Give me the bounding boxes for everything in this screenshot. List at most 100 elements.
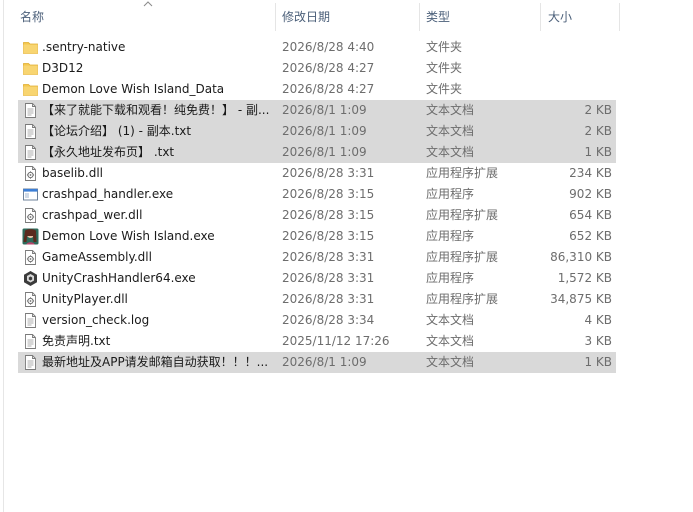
- column-header-name[interactable]: 名称: [6, 3, 274, 31]
- file-size: 86,310 KB: [550, 250, 612, 264]
- file-type: 应用程序扩展: [426, 208, 499, 222]
- text-file-icon: [22, 354, 39, 371]
- file-modified-date: 2026/8/1 1:09: [282, 103, 367, 117]
- file-type: 应用程序: [426, 229, 475, 243]
- folder-icon: [22, 81, 39, 98]
- file-name: Demon Love Wish Island.exe: [42, 229, 215, 243]
- file-modified-date: 2026/8/1 1:09: [282, 145, 367, 159]
- column-header-type[interactable]: 类型: [412, 3, 540, 31]
- file-name: UnityCrashHandler64.exe: [42, 271, 196, 285]
- file-list: .sentry-native 2026/8/28 4:40 文件夹 D3D12 2026…: [18, 37, 616, 373]
- file-modified-date: 2026/8/28 3:15: [282, 229, 375, 243]
- file-row[interactable]: UnityCrashHandler64.exe 2026/8/28 3:31 应用程…: [18, 268, 616, 289]
- file-type: 应用程序: [426, 187, 475, 201]
- file-name: Demon Love Wish Island_Data: [42, 82, 225, 96]
- dll-file-icon: [22, 165, 39, 182]
- file-modified-date: 2025/11/12 17:26: [282, 334, 390, 348]
- file-row[interactable]: 最新地址及APP请发邮箱自动获取！！！... 2026/8/1 1:09 文本文档 1…: [18, 352, 616, 373]
- column-divider[interactable]: [619, 3, 620, 31]
- file-modified-date: 2026/8/28 3:34: [282, 313, 375, 327]
- file-type: 应用程序扩展: [426, 292, 499, 306]
- file-row[interactable]: Demon Love Wish Island_Data 2026/8/28 4:2…: [18, 79, 616, 100]
- file-type: 文件夹: [426, 82, 463, 96]
- file-size: 1 KB: [584, 355, 612, 369]
- game-app-icon: [22, 228, 39, 245]
- file-row[interactable]: baselib.dll 2026/8/28 3:31 应用程序扩展 234 KB: [18, 163, 616, 184]
- file-row[interactable]: 【论坛介绍】 (1) - 副本.txt 2026/8/1 1:09 文本文档 2 KB: [18, 121, 616, 142]
- file-modified-date: 2026/8/28 3:31: [282, 292, 375, 306]
- folder-icon: [22, 60, 39, 77]
- pane-border: [3, 0, 4, 512]
- file-name: GameAssembly.dll: [42, 250, 152, 264]
- file-size: [538, 58, 612, 79]
- file-name: version_check.log: [42, 313, 150, 327]
- file-size: 2 KB: [584, 103, 612, 117]
- file-modified-date: 2026/8/28 4:27: [282, 61, 375, 75]
- dll-file-icon: [22, 291, 39, 308]
- file-name: UnityPlayer.dll: [42, 292, 128, 306]
- file-row[interactable]: version_check.log 2026/8/28 3:34 文本文档 4 KB: [18, 310, 616, 331]
- file-size: 234 KB: [569, 166, 612, 180]
- exe-window-icon: [22, 186, 39, 203]
- file-type: 文本文档: [426, 103, 475, 117]
- file-type: 文本文档: [426, 145, 475, 159]
- file-size: [538, 37, 612, 58]
- unity-app-icon: [22, 270, 39, 287]
- file-row[interactable]: 免责声明.txt 2025/11/12 17:26 文本文档 3 KB: [18, 331, 616, 352]
- file-row[interactable]: GameAssembly.dll 2026/8/28 3:31 应用程序扩展 86,3…: [18, 247, 616, 268]
- file-type: 应用程序扩展: [426, 166, 499, 180]
- file-type: 文本文档: [426, 313, 475, 327]
- file-row[interactable]: UnityPlayer.dll 2026/8/28 3:31 应用程序扩展 34,87…: [18, 289, 616, 310]
- text-file-icon: [22, 123, 39, 140]
- column-header-date[interactable]: 修改日期: [268, 3, 418, 31]
- file-size: 1,572 KB: [557, 271, 612, 285]
- file-type: 文本文档: [426, 355, 475, 369]
- file-type: 文本文档: [426, 124, 475, 138]
- file-name: 【论坛介绍】 (1) - 副本.txt: [42, 124, 192, 138]
- file-size: 4 KB: [584, 313, 612, 327]
- file-name: 【来了就能下载和观看！纯免费！】 - 副...: [42, 103, 270, 117]
- file-type: 文件夹: [426, 40, 463, 54]
- file-modified-date: 2026/8/28 3:31: [282, 166, 375, 180]
- file-type: 应用程序扩展: [426, 250, 499, 264]
- column-header-bar: 名称 修改日期 类型 大小: [4, 0, 620, 33]
- file-row[interactable]: Demon Love Wish Island.exe 2026/8/28 3:15…: [18, 226, 616, 247]
- file-size: 654 KB: [569, 208, 612, 222]
- file-modified-date: 2026/8/1 1:09: [282, 124, 367, 138]
- file-type: 应用程序: [426, 271, 475, 285]
- dll-file-icon: [22, 207, 39, 224]
- text-file-icon: [22, 144, 39, 161]
- file-explorer: 名称 修改日期 类型 大小 .sentry-native 2026/8/28 4:…: [0, 0, 693, 512]
- file-modified-date: 2026/8/28 3:31: [282, 271, 375, 285]
- file-name: crashpad_wer.dll: [42, 208, 143, 222]
- file-row[interactable]: crashpad_handler.exe 2026/8/28 3:15 应用程序 90…: [18, 184, 616, 205]
- file-modified-date: 2026/8/28 3:15: [282, 187, 375, 201]
- file-row[interactable]: .sentry-native 2026/8/28 4:40 文件夹: [18, 37, 616, 58]
- file-name: 【永久地址发布页】 .txt: [42, 145, 175, 159]
- file-size: [538, 79, 612, 100]
- file-name: D3D12: [42, 61, 84, 75]
- file-name: baselib.dll: [42, 166, 103, 180]
- folder-icon: [22, 39, 39, 56]
- file-type: 文本文档: [426, 334, 475, 348]
- file-size: 2 KB: [584, 124, 612, 138]
- file-row[interactable]: crashpad_wer.dll 2026/8/28 3:15 应用程序扩展 654 …: [18, 205, 616, 226]
- file-size: 1 KB: [584, 145, 612, 159]
- file-type: 文件夹: [426, 61, 463, 75]
- file-name: crashpad_handler.exe: [42, 187, 174, 201]
- file-modified-date: 2026/8/28 4:27: [282, 82, 375, 96]
- file-row[interactable]: D3D12 2026/8/28 4:27 文件夹: [18, 58, 616, 79]
- text-file-icon: [22, 312, 39, 329]
- file-modified-date: 2026/8/28 3:31: [282, 250, 375, 264]
- file-size: 34,875 KB: [550, 292, 612, 306]
- dll-file-icon: [22, 249, 39, 266]
- text-file-icon: [22, 102, 39, 119]
- text-file-icon: [22, 333, 39, 350]
- column-header-size[interactable]: 大小: [534, 3, 616, 31]
- file-modified-date: 2026/8/28 3:15: [282, 208, 375, 222]
- file-name: .sentry-native: [42, 40, 126, 54]
- file-name: 最新地址及APP请发邮箱自动获取！！！...: [42, 355, 269, 369]
- file-size: 3 KB: [584, 334, 612, 348]
- file-row[interactable]: 【永久地址发布页】 .txt 2026/8/1 1:09 文本文档 1 KB: [18, 142, 616, 163]
- file-row[interactable]: 【来了就能下载和观看！纯免费！】 - 副... 2026/8/1 1:09 文本文档…: [18, 100, 616, 121]
